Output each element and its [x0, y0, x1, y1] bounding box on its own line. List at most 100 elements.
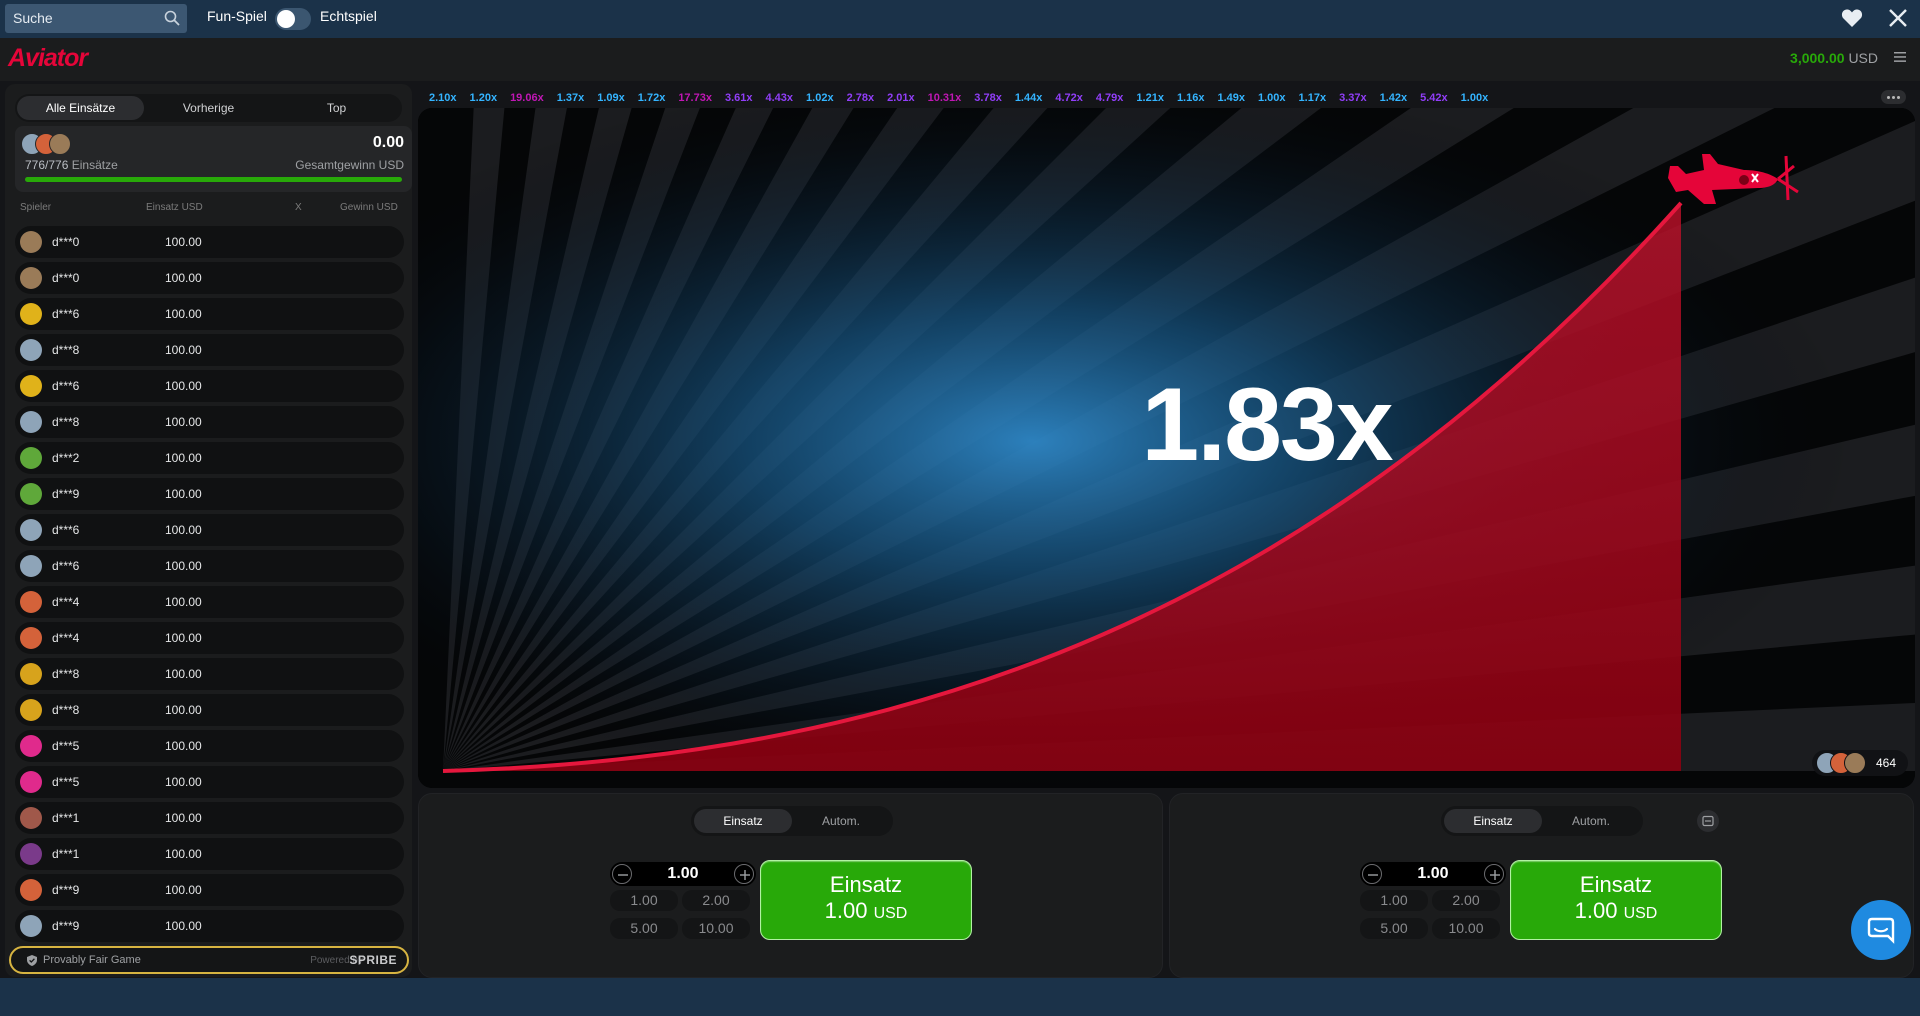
summary-avatars [21, 133, 81, 155]
avatar [1844, 752, 1866, 774]
remove-panel-button[interactable] [1697, 810, 1719, 832]
bet-amount: 100.00 [165, 559, 202, 573]
tab-auto[interactable]: Autom. [792, 809, 890, 833]
history-multiplier[interactable]: 1.20x [470, 92, 498, 104]
quick-stake-button[interactable]: 10.00 [682, 918, 750, 939]
history-multiplier[interactable]: 1.72x [638, 92, 666, 104]
total-win: 0.00 [372, 134, 404, 151]
bet-row: d***0 100.00 [15, 226, 404, 258]
mode-toggle[interactable] [275, 8, 311, 30]
tab-all-bets[interactable]: Alle Einsätze [17, 96, 144, 120]
increase-stake-button[interactable] [734, 864, 754, 884]
bet-amount: 100.00 [165, 883, 202, 897]
bet-button-currency: USD [1623, 905, 1658, 922]
place-bet-button[interactable]: Einsatz 1.00 USD [760, 860, 972, 940]
bets-progress-fill [25, 177, 402, 182]
history-multiplier[interactable]: 2.10x [429, 92, 457, 104]
history-multiplier[interactable]: 19.06x [510, 92, 544, 104]
place-bet-button[interactable]: Einsatz 1.00 USD [1510, 860, 1722, 940]
player-name: d***8 [52, 703, 80, 717]
player-avatar [20, 447, 42, 469]
real-mode-label: Echtspiel [320, 8, 377, 24]
tab-bet[interactable]: Einsatz [694, 809, 792, 833]
game-container: Aviator 3,000.00 USD Alle Einsätze Vorhe… [0, 38, 1920, 978]
history-multiplier[interactable]: 1.16x [1177, 92, 1205, 104]
quick-stake-button[interactable]: 10.00 [1432, 918, 1500, 939]
history-multiplier[interactable]: 2.78x [847, 92, 875, 104]
bet-amount: 100.00 [165, 343, 202, 357]
bet-row: d***1 100.00 [15, 802, 404, 834]
history-multiplier[interactable]: 4.79x [1096, 92, 1124, 104]
player-avatar [20, 519, 42, 541]
player-name: d***2 [52, 451, 80, 465]
player-avatar [20, 375, 42, 397]
player-name: d***0 [52, 235, 80, 249]
bet-row: d***9 100.00 [15, 478, 404, 510]
history-multiplier[interactable]: 17.73x [678, 92, 712, 104]
bet-button-label: Einsatz [1579, 872, 1653, 897]
history-multiplier[interactable]: 4.43x [766, 92, 794, 104]
search-input[interactable]: Suche [5, 4, 187, 33]
history-multiplier[interactable]: 1.37x [557, 92, 585, 104]
player-name: d***6 [52, 307, 80, 321]
bet-row: d***6 100.00 [15, 370, 404, 402]
tab-top[interactable]: Top [273, 96, 400, 120]
history-multiplier[interactable]: 1.09x [597, 92, 625, 104]
bet-row: d***6 100.00 [15, 298, 404, 330]
provably-fair-text: Provably Fair Game [43, 954, 141, 966]
spribe-logo: SPRIBE [349, 953, 397, 967]
history-multiplier[interactable]: 4.72x [1055, 92, 1083, 104]
balance: 3,000.00 USD [1790, 50, 1878, 66]
quick-stake-button[interactable]: 5.00 [1360, 918, 1428, 939]
history-multiplier[interactable]: 1.21x [1136, 92, 1164, 104]
history-multiplier[interactable]: 3.78x [974, 92, 1002, 104]
heart-icon[interactable] [1841, 8, 1863, 28]
history-multiplier[interactable]: 1.02x [806, 92, 834, 104]
history-multiplier[interactable]: 1.42x [1380, 92, 1408, 104]
bet-button-currency: USD [873, 905, 908, 922]
history-multiplier[interactable]: 1.44x [1015, 92, 1043, 104]
provably-fair-badge[interactable]: Provably Fair Game Powered by SPRIBE [9, 946, 409, 974]
quick-stake-button[interactable]: 5.00 [610, 918, 678, 939]
quick-stake-button[interactable]: 1.00 [1360, 890, 1428, 911]
chat-button[interactable] [1851, 900, 1911, 960]
player-name: d***5 [52, 739, 80, 753]
player-avatar [20, 339, 42, 361]
bet-mode-tabs: Einsatz Autom. [1441, 806, 1643, 836]
increase-stake-button[interactable] [1484, 864, 1504, 884]
quick-stake-button[interactable]: 2.00 [1432, 890, 1500, 911]
history-multiplier[interactable]: 3.37x [1339, 92, 1367, 104]
history-multiplier[interactable]: 2.01x [887, 92, 915, 104]
history-multiplier[interactable]: 3.61x [725, 92, 753, 104]
close-icon[interactable] [1887, 7, 1909, 29]
history-multiplier[interactable]: 1.00x [1461, 92, 1489, 104]
chat-icon [1867, 917, 1895, 944]
current-multiplier: 1.83x [1141, 367, 1393, 483]
history-more-button[interactable] [1881, 90, 1906, 104]
dot-icon [1892, 96, 1895, 99]
history-multiplier[interactable]: 1.49x [1217, 92, 1245, 104]
history-multiplier[interactable]: 5.42x [1420, 92, 1448, 104]
quick-stake-button[interactable]: 1.00 [610, 890, 678, 911]
player-avatar [20, 555, 42, 577]
tab-auto[interactable]: Autom. [1542, 809, 1640, 833]
bet-amount: 100.00 [165, 379, 202, 393]
game-canvas: 1.83x 464 [418, 108, 1915, 788]
history-multiplier[interactable]: 10.31x [928, 92, 962, 104]
tab-bet[interactable]: Einsatz [1444, 809, 1542, 833]
tab-previous[interactable]: Vorherige [145, 96, 272, 120]
player-name: d***6 [52, 523, 80, 537]
player-name: d***4 [52, 631, 80, 645]
search-icon[interactable] [163, 9, 181, 27]
player-name: d***8 [52, 343, 80, 357]
menu-icon[interactable] [1894, 51, 1906, 63]
quick-stake-button[interactable]: 2.00 [682, 890, 750, 911]
bet-amount: 100.00 [165, 919, 202, 933]
history-multiplier[interactable]: 1.17x [1299, 92, 1327, 104]
history-multiplier[interactable]: 1.00x [1258, 92, 1286, 104]
balance-amount: 3,000.00 [1790, 50, 1845, 66]
bets-tabs: Alle Einsätze Vorherige Top [15, 94, 402, 122]
game-header: Aviator 3,000.00 USD [0, 38, 1920, 81]
player-name: d***1 [52, 811, 80, 825]
bet-amount: 100.00 [165, 415, 202, 429]
